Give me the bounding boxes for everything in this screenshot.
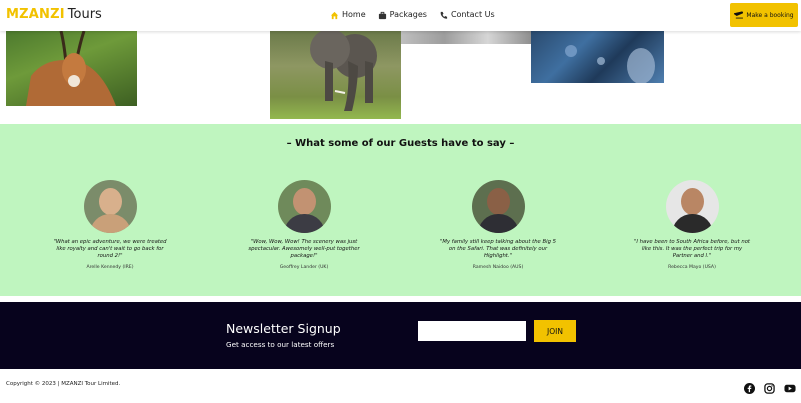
youtube-icon[interactable]: [784, 379, 796, 393]
testimonial-author: Geoffrey Lander (UK): [279, 265, 329, 270]
newsletter-subtitle: Get access to our latest offers: [226, 340, 335, 349]
testimonial-author: Arelle Kennedy (IRE): [86, 265, 134, 270]
testimonial-quote: "What an epic adventure, we were treated…: [53, 239, 167, 259]
testimonials-section: – What some of our Guests have to say – …: [0, 124, 801, 296]
instagram-icon[interactable]: [764, 379, 775, 394]
site-footer: Copyright © 2023 | MZANZI Tour Limited.: [0, 369, 801, 403]
rock-photo: [401, 31, 531, 44]
avatar: [83, 180, 137, 233]
testimonial-author: Rebecca Mayo (USA): [668, 265, 716, 270]
testimonials-title: – What some of our Guests have to say –: [286, 138, 515, 149]
nav-label-contact: Contact Us: [450, 10, 495, 19]
newsletter-title: Newsletter Signup: [226, 321, 341, 336]
testimonial-card: "My family still keep talking about the …: [433, 180, 563, 270]
nav-item-packages[interactable]: Packages: [378, 9, 427, 21]
testimonial-quote: "Wow, Wow, Wow! The scenery was just spe…: [248, 239, 360, 259]
impala-photo: [6, 31, 137, 106]
logo[interactable]: MZANZI Tours: [6, 7, 102, 23]
logo-brand: MZANZI: [6, 7, 65, 22]
testimonial-card: "Wow, Wow, Wow! The scenery was just spe…: [239, 180, 369, 270]
water-photo: [531, 31, 664, 83]
make-booking-label: Make a booking: [746, 11, 794, 19]
nav-label-home: Home: [342, 10, 366, 19]
nav-label-packages: Packages: [389, 10, 427, 19]
testimonial-quote: "My family still keep talking about the …: [439, 239, 557, 259]
social-links: [744, 379, 796, 394]
phone-icon: [440, 11, 448, 19]
testimonial-card: "I have been to South Africa before, but…: [627, 180, 757, 270]
avatar: [665, 180, 719, 233]
main-nav: Home Packages Contact Us: [330, 9, 495, 21]
nav-item-home[interactable]: Home: [330, 9, 366, 21]
site-header: MZANZI Tours Home Packages Contact Us Mak…: [0, 0, 801, 31]
elephant-photo: [270, 31, 401, 119]
logo-sub: Tours: [67, 7, 102, 22]
avatar: [277, 180, 331, 233]
facebook-icon[interactable]: [744, 379, 755, 394]
newsletter-section: Newsletter Signup Get access to our late…: [0, 302, 801, 369]
testimonial-author: Ramesh Naidoo (AUS): [472, 265, 524, 270]
plane-icon: [734, 11, 744, 19]
testimonial-quote: "I have been to South Africa before, but…: [633, 239, 751, 259]
nav-item-contact[interactable]: Contact Us: [439, 9, 495, 21]
copyright-text: Copyright © 2023 | MZANZI Tour Limited.: [6, 381, 121, 387]
testimonial-card: "What an epic adventure, we were treated…: [45, 180, 175, 270]
make-booking-button[interactable]: Make a booking: [730, 3, 798, 27]
newsletter-email-input[interactable]: [418, 321, 526, 341]
briefcase-icon: [378, 11, 386, 19]
home-icon: [330, 11, 339, 19]
join-button[interactable]: JOIN: [534, 320, 576, 342]
avatar: [471, 180, 525, 233]
